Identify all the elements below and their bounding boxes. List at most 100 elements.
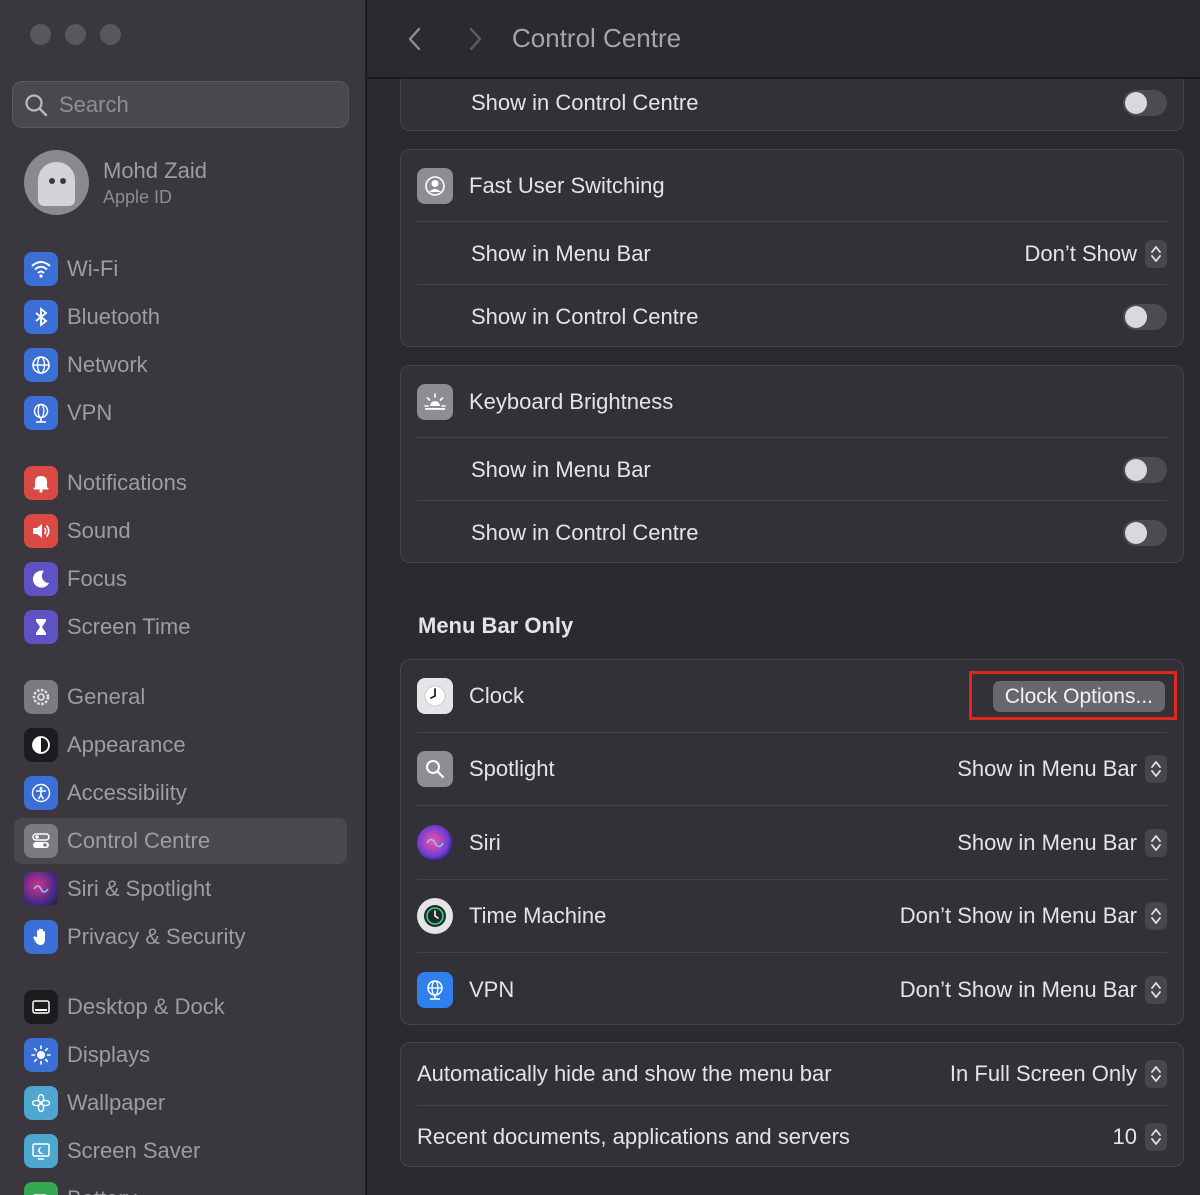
search-field[interactable] [12, 81, 349, 128]
zoom-window-button[interactable] [100, 24, 121, 45]
sidebar-item-label: Wallpaper [67, 1090, 166, 1115]
profile-name: Mohd Zaid [103, 157, 207, 183]
time-machine-icon [417, 898, 453, 934]
row-label: Recent documents, applications and serve… [417, 1124, 850, 1149]
sidebar-item-appearance[interactable]: Appearance [14, 722, 347, 768]
spotlight-popup[interactable]: Show in Menu Bar [957, 755, 1167, 783]
battery-icon [24, 1182, 58, 1195]
auto-hide-menu-bar-popup[interactable]: In Full Screen Only [950, 1060, 1167, 1088]
chevron-up-down-icon [1145, 829, 1167, 857]
sidebar-item-label: General [67, 684, 146, 709]
accessibility-icon [24, 776, 58, 810]
sidebar-item-label: Network [67, 352, 148, 377]
popup-value: In Full Screen Only [949, 1061, 1137, 1086]
clock-label: Clock [469, 683, 525, 708]
show-in-control-centre-toggle[interactable] [1123, 90, 1167, 116]
row-label: Show in Control Centre [471, 90, 699, 115]
row-label: Show in Control Centre [471, 304, 699, 329]
main-pane: Control Centre Show in Control Centre Fa… [367, 0, 1200, 1195]
sidebar-item-label: Focus [67, 566, 127, 591]
popup-value: Don’t Show [1024, 241, 1137, 266]
globe-icon [24, 348, 58, 382]
moon-icon [24, 562, 58, 596]
bluetooth-icon [24, 300, 58, 334]
clock-options-highlight [969, 671, 1177, 720]
row-label: Time Machine [469, 903, 607, 928]
sidebar-item-sound[interactable]: Sound [14, 508, 347, 554]
row-label: Siri [469, 830, 501, 855]
popup-value: 10 [1112, 1124, 1137, 1149]
apple-id-profile[interactable]: Mohd Zaid Apple ID [24, 150, 207, 215]
sidebar-item-control-centre[interactable]: Control Centre [14, 818, 347, 864]
popup-value: Don’t Show in Menu Bar [899, 903, 1137, 928]
chevron-up-down-icon [1145, 240, 1167, 268]
hourglass-icon [24, 610, 58, 644]
recent-items-popup[interactable]: 10 [1113, 1123, 1167, 1151]
user-icon [417, 168, 453, 204]
popup-value: Show in Menu Bar [957, 756, 1137, 781]
siri-icon [24, 872, 58, 906]
sidebar-item-focus[interactable]: Focus [14, 556, 347, 602]
vpn-globe-icon [24, 396, 58, 430]
siri-popup[interactable]: Show in Menu Bar [957, 829, 1167, 857]
sidebar-item-label: Sound [67, 518, 131, 543]
chevron-up-down-icon [1145, 755, 1167, 783]
sidebar-item-label: Accessibility [67, 780, 187, 805]
flower-icon [24, 1086, 58, 1120]
sidebar-item-screen-time[interactable]: Screen Time [14, 604, 347, 650]
keyboard-brightness-menubar-toggle[interactable] [1123, 457, 1167, 483]
menu-bar-settings-card: Automatically hide and show the menu bar… [400, 1042, 1184, 1167]
speaker-icon [24, 514, 58, 548]
appearance-icon [24, 728, 58, 762]
clock-icon [417, 678, 453, 714]
time-machine-popup[interactable]: Don’t Show in Menu Bar [900, 902, 1167, 930]
forward-button[interactable] [460, 19, 490, 59]
siri-icon [417, 825, 453, 861]
sidebar-item-general[interactable]: General [14, 674, 347, 720]
sidebar-item-battery[interactable]: Battery [14, 1176, 347, 1195]
sidebar-item-label: Displays [67, 1042, 151, 1067]
vpn-globe-icon [417, 972, 453, 1008]
page-title: Control Centre [512, 23, 682, 53]
sidebar-item-privacy-security[interactable]: Privacy & Security [14, 914, 347, 960]
sidebar: Mohd Zaid Apple ID Wi-Fi Bluetooth Netwo… [0, 0, 366, 1195]
close-window-button[interactable] [30, 24, 51, 45]
sidebar-item-displays[interactable]: Displays [14, 1032, 347, 1078]
sidebar-item-screen-saver[interactable]: Screen Saver [14, 1128, 347, 1174]
sidebar-item-accessibility[interactable]: Accessibility [14, 770, 347, 816]
search-input[interactable] [59, 91, 319, 118]
wifi-icon [24, 252, 58, 286]
back-button[interactable] [400, 19, 430, 59]
fast-user-switching-control-centre-toggle[interactable] [1123, 304, 1167, 330]
minimize-window-button[interactable] [65, 24, 86, 45]
chevron-left-icon [408, 27, 421, 50]
sidebar-item-label: Notifications [67, 470, 187, 495]
keyboard-brightness-card: Keyboard Brightness Show in Menu Bar Sho… [400, 365, 1184, 563]
sidebar-item-desktop-dock[interactable]: Desktop & Dock [14, 984, 347, 1030]
vpn-popup[interactable]: Don’t Show in Menu Bar [900, 976, 1167, 1004]
sidebar-item-network[interactable]: Network [14, 342, 347, 388]
sidebar-item-vpn[interactable]: VPN [14, 390, 347, 436]
sidebar-item-wallpaper[interactable]: Wallpaper [14, 1080, 347, 1126]
avatar [24, 150, 89, 215]
popup-value: Don’t Show in Menu Bar [899, 977, 1137, 1002]
chevron-up-down-icon [1145, 976, 1167, 1004]
sidebar-item-siri-spotlight[interactable]: Siri & Spotlight [14, 866, 347, 912]
fast-user-switching-menubar-popup[interactable]: Don’t Show [1024, 240, 1167, 268]
sidebar-item-wifi[interactable]: Wi-Fi [14, 246, 347, 292]
popup-value: Show in Menu Bar [957, 830, 1137, 855]
keyboard-brightness-control-centre-toggle[interactable] [1123, 520, 1167, 546]
chevron-up-down-icon [1145, 902, 1167, 930]
dock-icon [24, 990, 58, 1024]
fast-user-switching-card: Fast User Switching Show in Menu Bar Don… [400, 149, 1184, 347]
sidebar-item-label: Battery [67, 1186, 137, 1195]
sidebar-item-notifications[interactable]: Notifications [14, 460, 347, 506]
sidebar-item-label: Screen Time [67, 614, 191, 639]
sun-icon [24, 1038, 58, 1072]
row-label: Spotlight [469, 756, 555, 781]
gear-icon [24, 680, 58, 714]
sidebar-item-label: Bluetooth [67, 304, 160, 329]
hand-icon [24, 920, 58, 954]
search-icon [25, 93, 48, 116]
sidebar-item-bluetooth[interactable]: Bluetooth [14, 294, 347, 340]
